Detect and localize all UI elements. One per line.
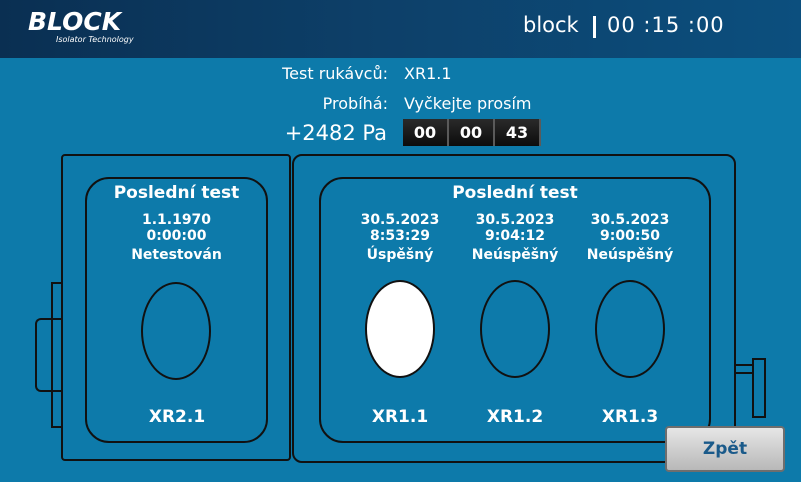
running-label: Probíhá: <box>322 94 388 113</box>
glove-date: 30.5.2023 <box>360 212 440 228</box>
test-label: Test rukávců: <box>282 64 388 83</box>
glove-time: 9:00:50 <box>600 228 660 244</box>
glove-time: 0:00:00 <box>146 228 207 244</box>
user-name: block <box>523 13 579 37</box>
logo-sub-text: Isolator Technology <box>56 35 134 44</box>
logo-main-text: BLOCK <box>28 7 122 36</box>
header-bar: BLOCK Isolator Technology block 00 :15 :… <box>0 0 801 58</box>
glove-label-xr1-2: XR1.2 <box>486 407 544 427</box>
clock: 00 :15 :00 <box>607 13 725 37</box>
glove-result: Úspěšný <box>366 247 434 263</box>
glove-port-xr1-2[interactable] <box>480 280 550 378</box>
block-logo: BLOCK Isolator Technology <box>28 8 134 44</box>
running-value: Vyčkejte prosím <box>404 94 532 113</box>
glove-label-xr1-1: XR1.1 <box>371 407 429 427</box>
glove-port-xr2-1[interactable] <box>141 282 211 380</box>
glove-port-xr1-1[interactable] <box>365 280 435 378</box>
glove-time: 8:53:29 <box>370 228 430 244</box>
glove-date: 30.5.2023 <box>475 212 555 228</box>
glove-result: Neúspěšný <box>586 247 674 263</box>
right-handle <box>752 358 766 418</box>
glove-date: 1.1.1970 <box>141 212 212 228</box>
pressure-readout: +2482 Pa <box>284 121 387 145</box>
timer-seconds: 43 <box>495 119 541 146</box>
test-value: XR1.1 <box>404 64 452 83</box>
glove-label-xr1-3: XR1.3 <box>601 407 659 427</box>
back-button[interactable]: Zpět <box>665 426 785 472</box>
left-panel-title: Poslední test <box>113 183 240 203</box>
glove-result: Neúspěšný <box>471 247 559 263</box>
glove-port-xr1-3[interactable] <box>595 280 665 378</box>
left-handle <box>35 318 63 392</box>
glove-result: Netestován <box>131 247 222 263</box>
clock-separator <box>593 16 596 38</box>
glove-date: 30.5.2023 <box>590 212 670 228</box>
timer-hours: 00 <box>403 119 449 146</box>
timer-minutes: 00 <box>449 119 495 146</box>
right-panel-title: Poslední test <box>452 183 578 203</box>
glove-label-xr2-1: XR2.1 <box>148 407 206 427</box>
glove-time: 9:04:12 <box>485 228 545 244</box>
test-timer: 00 00 43 <box>403 119 541 146</box>
